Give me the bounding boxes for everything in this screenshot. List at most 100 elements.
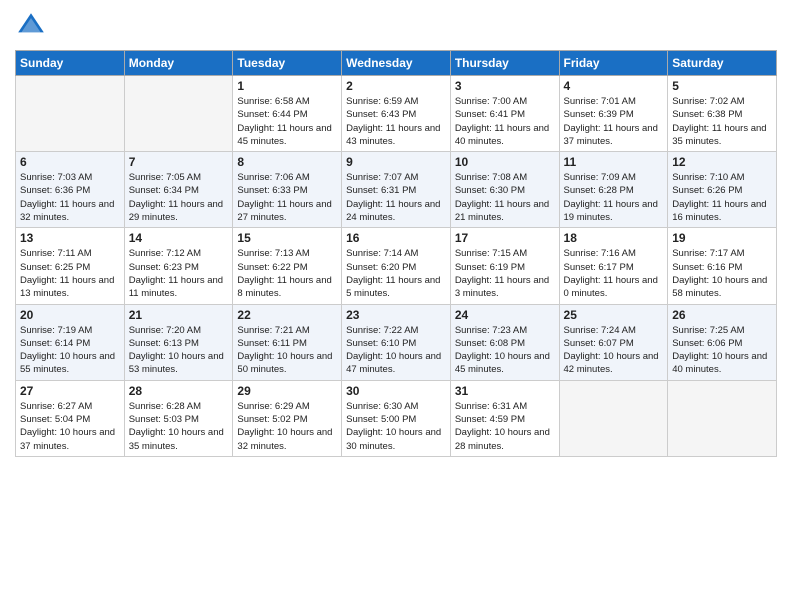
day-detail: Sunrise: 6:58 AMSunset: 6:44 PMDaylight:… xyxy=(237,95,337,148)
day-detail: Sunrise: 7:10 AMSunset: 6:26 PMDaylight:… xyxy=(672,171,772,224)
day-detail: Sunrise: 7:20 AMSunset: 6:13 PMDaylight:… xyxy=(129,324,229,377)
calendar-cell: 11 Sunrise: 7:09 AMSunset: 6:28 PMDayligh… xyxy=(559,152,668,228)
calendar-cell xyxy=(559,380,668,456)
calendar-cell: 24 Sunrise: 7:23 AMSunset: 6:08 PMDayligh… xyxy=(450,304,559,380)
weekday-header-thursday: Thursday xyxy=(450,51,559,76)
day-detail: Sunrise: 7:13 AMSunset: 6:22 PMDaylight:… xyxy=(237,247,337,300)
calendar-week-row: 20 Sunrise: 7:19 AMSunset: 6:14 PMDayligh… xyxy=(16,304,777,380)
day-number: 6 xyxy=(20,155,120,169)
day-detail: Sunrise: 6:29 AMSunset: 5:02 PMDaylight:… xyxy=(237,400,337,453)
day-number: 11 xyxy=(564,155,664,169)
day-detail: Sunrise: 7:15 AMSunset: 6:19 PMDaylight:… xyxy=(455,247,555,300)
logo-icon xyxy=(15,10,47,42)
calendar-week-row: 1 Sunrise: 6:58 AMSunset: 6:44 PMDaylight… xyxy=(16,76,777,152)
day-number: 24 xyxy=(455,308,555,322)
day-number: 5 xyxy=(672,79,772,93)
weekday-header-wednesday: Wednesday xyxy=(342,51,451,76)
weekday-header-friday: Friday xyxy=(559,51,668,76)
day-number: 17 xyxy=(455,231,555,245)
calendar-cell: 15 Sunrise: 7:13 AMSunset: 6:22 PMDayligh… xyxy=(233,228,342,304)
day-number: 9 xyxy=(346,155,446,169)
calendar-cell: 3 Sunrise: 7:00 AMSunset: 6:41 PMDaylight… xyxy=(450,76,559,152)
calendar-cell xyxy=(124,76,233,152)
calendar-cell xyxy=(668,380,777,456)
weekday-header-saturday: Saturday xyxy=(668,51,777,76)
weekday-header-monday: Monday xyxy=(124,51,233,76)
day-number: 31 xyxy=(455,384,555,398)
calendar-cell: 5 Sunrise: 7:02 AMSunset: 6:38 PMDaylight… xyxy=(668,76,777,152)
day-number: 28 xyxy=(129,384,229,398)
calendar-table: SundayMondayTuesdayWednesdayThursdayFrid… xyxy=(15,50,777,457)
day-number: 18 xyxy=(564,231,664,245)
day-detail: Sunrise: 7:02 AMSunset: 6:38 PMDaylight:… xyxy=(672,95,772,148)
day-detail: Sunrise: 7:05 AMSunset: 6:34 PMDaylight:… xyxy=(129,171,229,224)
day-detail: Sunrise: 6:28 AMSunset: 5:03 PMDaylight:… xyxy=(129,400,229,453)
day-number: 3 xyxy=(455,79,555,93)
day-number: 25 xyxy=(564,308,664,322)
calendar-cell: 30 Sunrise: 6:30 AMSunset: 5:00 PMDayligh… xyxy=(342,380,451,456)
calendar-cell: 14 Sunrise: 7:12 AMSunset: 6:23 PMDayligh… xyxy=(124,228,233,304)
day-number: 26 xyxy=(672,308,772,322)
day-number: 19 xyxy=(672,231,772,245)
calendar-cell: 23 Sunrise: 7:22 AMSunset: 6:10 PMDayligh… xyxy=(342,304,451,380)
day-detail: Sunrise: 7:09 AMSunset: 6:28 PMDaylight:… xyxy=(564,171,664,224)
calendar-cell: 18Sunrise: 7:16 AMSunset: 6:17 PMDayligh… xyxy=(559,228,668,304)
day-number: 14 xyxy=(129,231,229,245)
day-number: 10 xyxy=(455,155,555,169)
day-number: 23 xyxy=(346,308,446,322)
day-number: 29 xyxy=(237,384,337,398)
day-number: 20 xyxy=(20,308,120,322)
day-detail: Sunrise: 7:08 AMSunset: 6:30 PMDaylight:… xyxy=(455,171,555,224)
weekday-header-tuesday: Tuesday xyxy=(233,51,342,76)
calendar-cell: 21 Sunrise: 7:20 AMSunset: 6:13 PMDayligh… xyxy=(124,304,233,380)
page: SundayMondayTuesdayWednesdayThursdayFrid… xyxy=(0,0,792,612)
day-detail: Sunrise: 7:00 AMSunset: 6:41 PMDaylight:… xyxy=(455,95,555,148)
day-number: 30 xyxy=(346,384,446,398)
day-number: 8 xyxy=(237,155,337,169)
calendar-week-row: 27Sunrise: 6:27 AMSunset: 5:04 PMDayligh… xyxy=(16,380,777,456)
calendar-cell: 22 Sunrise: 7:21 AMSunset: 6:11 PMDayligh… xyxy=(233,304,342,380)
calendar-cell: 4 Sunrise: 7:01 AMSunset: 6:39 PMDaylight… xyxy=(559,76,668,152)
calendar-cell: 25 Sunrise: 7:24 AMSunset: 6:07 PMDayligh… xyxy=(559,304,668,380)
weekday-header-row: SundayMondayTuesdayWednesdayThursdayFrid… xyxy=(16,51,777,76)
day-number: 4 xyxy=(564,79,664,93)
day-detail: Sunrise: 7:19 AMSunset: 6:14 PMDaylight:… xyxy=(20,324,120,377)
calendar-cell: 1 Sunrise: 6:58 AMSunset: 6:44 PMDaylight… xyxy=(233,76,342,152)
calendar-cell: 10 Sunrise: 7:08 AMSunset: 6:30 PMDayligh… xyxy=(450,152,559,228)
day-detail: Sunrise: 7:06 AMSunset: 6:33 PMDaylight:… xyxy=(237,171,337,224)
day-detail: Sunrise: 6:59 AMSunset: 6:43 PMDaylight:… xyxy=(346,95,446,148)
day-number: 2 xyxy=(346,79,446,93)
calendar-cell: 2 Sunrise: 6:59 AMSunset: 6:43 PMDaylight… xyxy=(342,76,451,152)
calendar-cell: 28 Sunrise: 6:28 AMSunset: 5:03 PMDayligh… xyxy=(124,380,233,456)
day-detail: Sunrise: 7:07 AMSunset: 6:31 PMDaylight:… xyxy=(346,171,446,224)
day-detail: Sunrise: 7:12 AMSunset: 6:23 PMDaylight:… xyxy=(129,247,229,300)
day-detail: Sunrise: 7:03 AMSunset: 6:36 PMDaylight:… xyxy=(20,171,120,224)
day-number: 27 xyxy=(20,384,120,398)
day-detail: Sunrise: 7:22 AMSunset: 6:10 PMDaylight:… xyxy=(346,324,446,377)
day-detail: Sunrise: 7:25 AMSunset: 6:06 PMDaylight:… xyxy=(672,324,772,377)
calendar-cell: 6 Sunrise: 7:03 AMSunset: 6:36 PMDaylight… xyxy=(16,152,125,228)
calendar-cell: 12 Sunrise: 7:10 AMSunset: 6:26 PMDayligh… xyxy=(668,152,777,228)
day-detail: Sunrise: 7:23 AMSunset: 6:08 PMDaylight:… xyxy=(455,324,555,377)
weekday-header-sunday: Sunday xyxy=(16,51,125,76)
calendar-cell: 8 Sunrise: 7:06 AMSunset: 6:33 PMDaylight… xyxy=(233,152,342,228)
day-number: 15 xyxy=(237,231,337,245)
day-detail: Sunrise: 7:21 AMSunset: 6:11 PMDaylight:… xyxy=(237,324,337,377)
calendar-cell xyxy=(16,76,125,152)
day-detail: Sunrise: 7:24 AMSunset: 6:07 PMDaylight:… xyxy=(564,324,664,377)
day-detail: Sunrise: 7:01 AMSunset: 6:39 PMDaylight:… xyxy=(564,95,664,148)
calendar-cell: 13 Sunrise: 7:11 AMSunset: 6:25 PMDayligh… xyxy=(16,228,125,304)
calendar-cell: 20 Sunrise: 7:19 AMSunset: 6:14 PMDayligh… xyxy=(16,304,125,380)
day-number: 21 xyxy=(129,308,229,322)
day-detail: Sunrise: 6:31 AMSunset: 4:59 PMDaylight:… xyxy=(455,400,555,453)
day-number: 12 xyxy=(672,155,772,169)
calendar-cell: 16Sunrise: 7:14 AMSunset: 6:20 PMDayligh… xyxy=(342,228,451,304)
day-detail: Sunrise: 6:30 AMSunset: 5:00 PMDaylight:… xyxy=(346,400,446,453)
day-number: 1 xyxy=(237,79,337,93)
calendar-cell: 9 Sunrise: 7:07 AMSunset: 6:31 PMDaylight… xyxy=(342,152,451,228)
day-number: 13 xyxy=(20,231,120,245)
day-number: 22 xyxy=(237,308,337,322)
calendar-cell: 17 Sunrise: 7:15 AMSunset: 6:19 PMDayligh… xyxy=(450,228,559,304)
day-detail: Sunrise: 7:11 AMSunset: 6:25 PMDaylight:… xyxy=(20,247,120,300)
calendar-week-row: 13 Sunrise: 7:11 AMSunset: 6:25 PMDayligh… xyxy=(16,228,777,304)
